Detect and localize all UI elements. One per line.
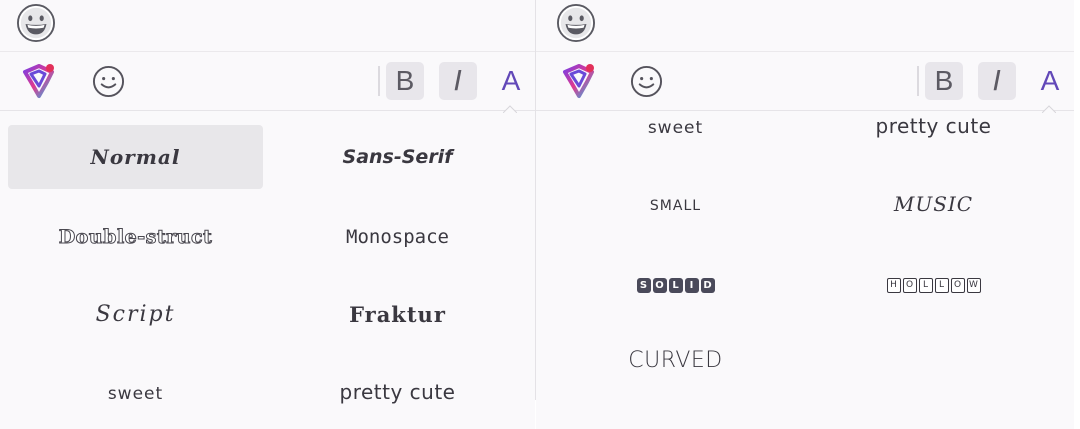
font-option-sans-serif[interactable]: Sans-Serif [270,125,525,189]
solid-letter: D [700,277,715,293]
emoji-keyboard-icon[interactable] [92,65,125,98]
hollow-letter-boxes: HOLLOW [886,274,982,293]
font-option-script[interactable]: Script [8,283,263,347]
solid-letter: O [652,277,667,293]
font-option-double-struck[interactable]: Double-struct [8,205,263,269]
solid-letter-boxes: SOLID [636,275,716,293]
font-option-monospace[interactable]: Monospace [270,205,525,269]
font-option-pretty-cute[interactable]: pretty cute [806,94,1061,158]
solid-letter: L [668,277,683,293]
font-option-pretty-cute[interactable]: pretty cute [270,360,525,424]
smiley-icon[interactable] [17,4,55,42]
keyboard-panel-right: B I A sweet pretty cute SMALL MUSIC SOLI… [536,0,1074,429]
emoji-suggestion-row [536,0,1074,52]
hollow-letter: O [950,278,965,293]
font-option-solid[interactable]: SOLID [548,251,803,315]
format-toolbar: B I A [0,52,535,111]
hollow-letter: L [918,278,933,293]
italic-button[interactable]: I [439,62,477,100]
font-option-music[interactable]: MUSIC [806,172,1061,236]
solid-letter: S [636,277,651,293]
caret-up-icon [503,105,517,113]
font-option-sweet[interactable]: sweet [8,362,263,426]
font-option-curved[interactable]: CURVED [548,329,803,393]
font-option-sweet[interactable]: sweet [548,96,803,160]
font-option-normal[interactable]: Normal [8,125,263,189]
hollow-letter: W [966,278,981,293]
font-option-small[interactable]: SMALL [548,174,803,238]
toolbar-separator [917,66,919,96]
keyboard-panel-left: B I A Normal Sans-Serif Double-struct Mo… [0,0,535,429]
app-logo-icon[interactable] [561,62,597,100]
toolbar-separator [378,66,380,96]
emoji-keyboard-icon[interactable] [630,65,663,98]
smiley-icon[interactable] [557,4,595,42]
hollow-letter: L [934,278,949,293]
font-style-button[interactable]: A [496,62,526,100]
hollow-letter: H [886,278,901,293]
solid-letter: I [684,277,699,293]
emoji-suggestion-row [0,0,535,52]
font-option-fraktur[interactable]: Fraktur [270,283,525,347]
hollow-letter: O [902,278,917,293]
font-option-hollow[interactable]: HOLLOW [806,251,1061,315]
bold-button[interactable]: B [386,62,424,100]
app-logo-icon[interactable] [21,62,57,100]
